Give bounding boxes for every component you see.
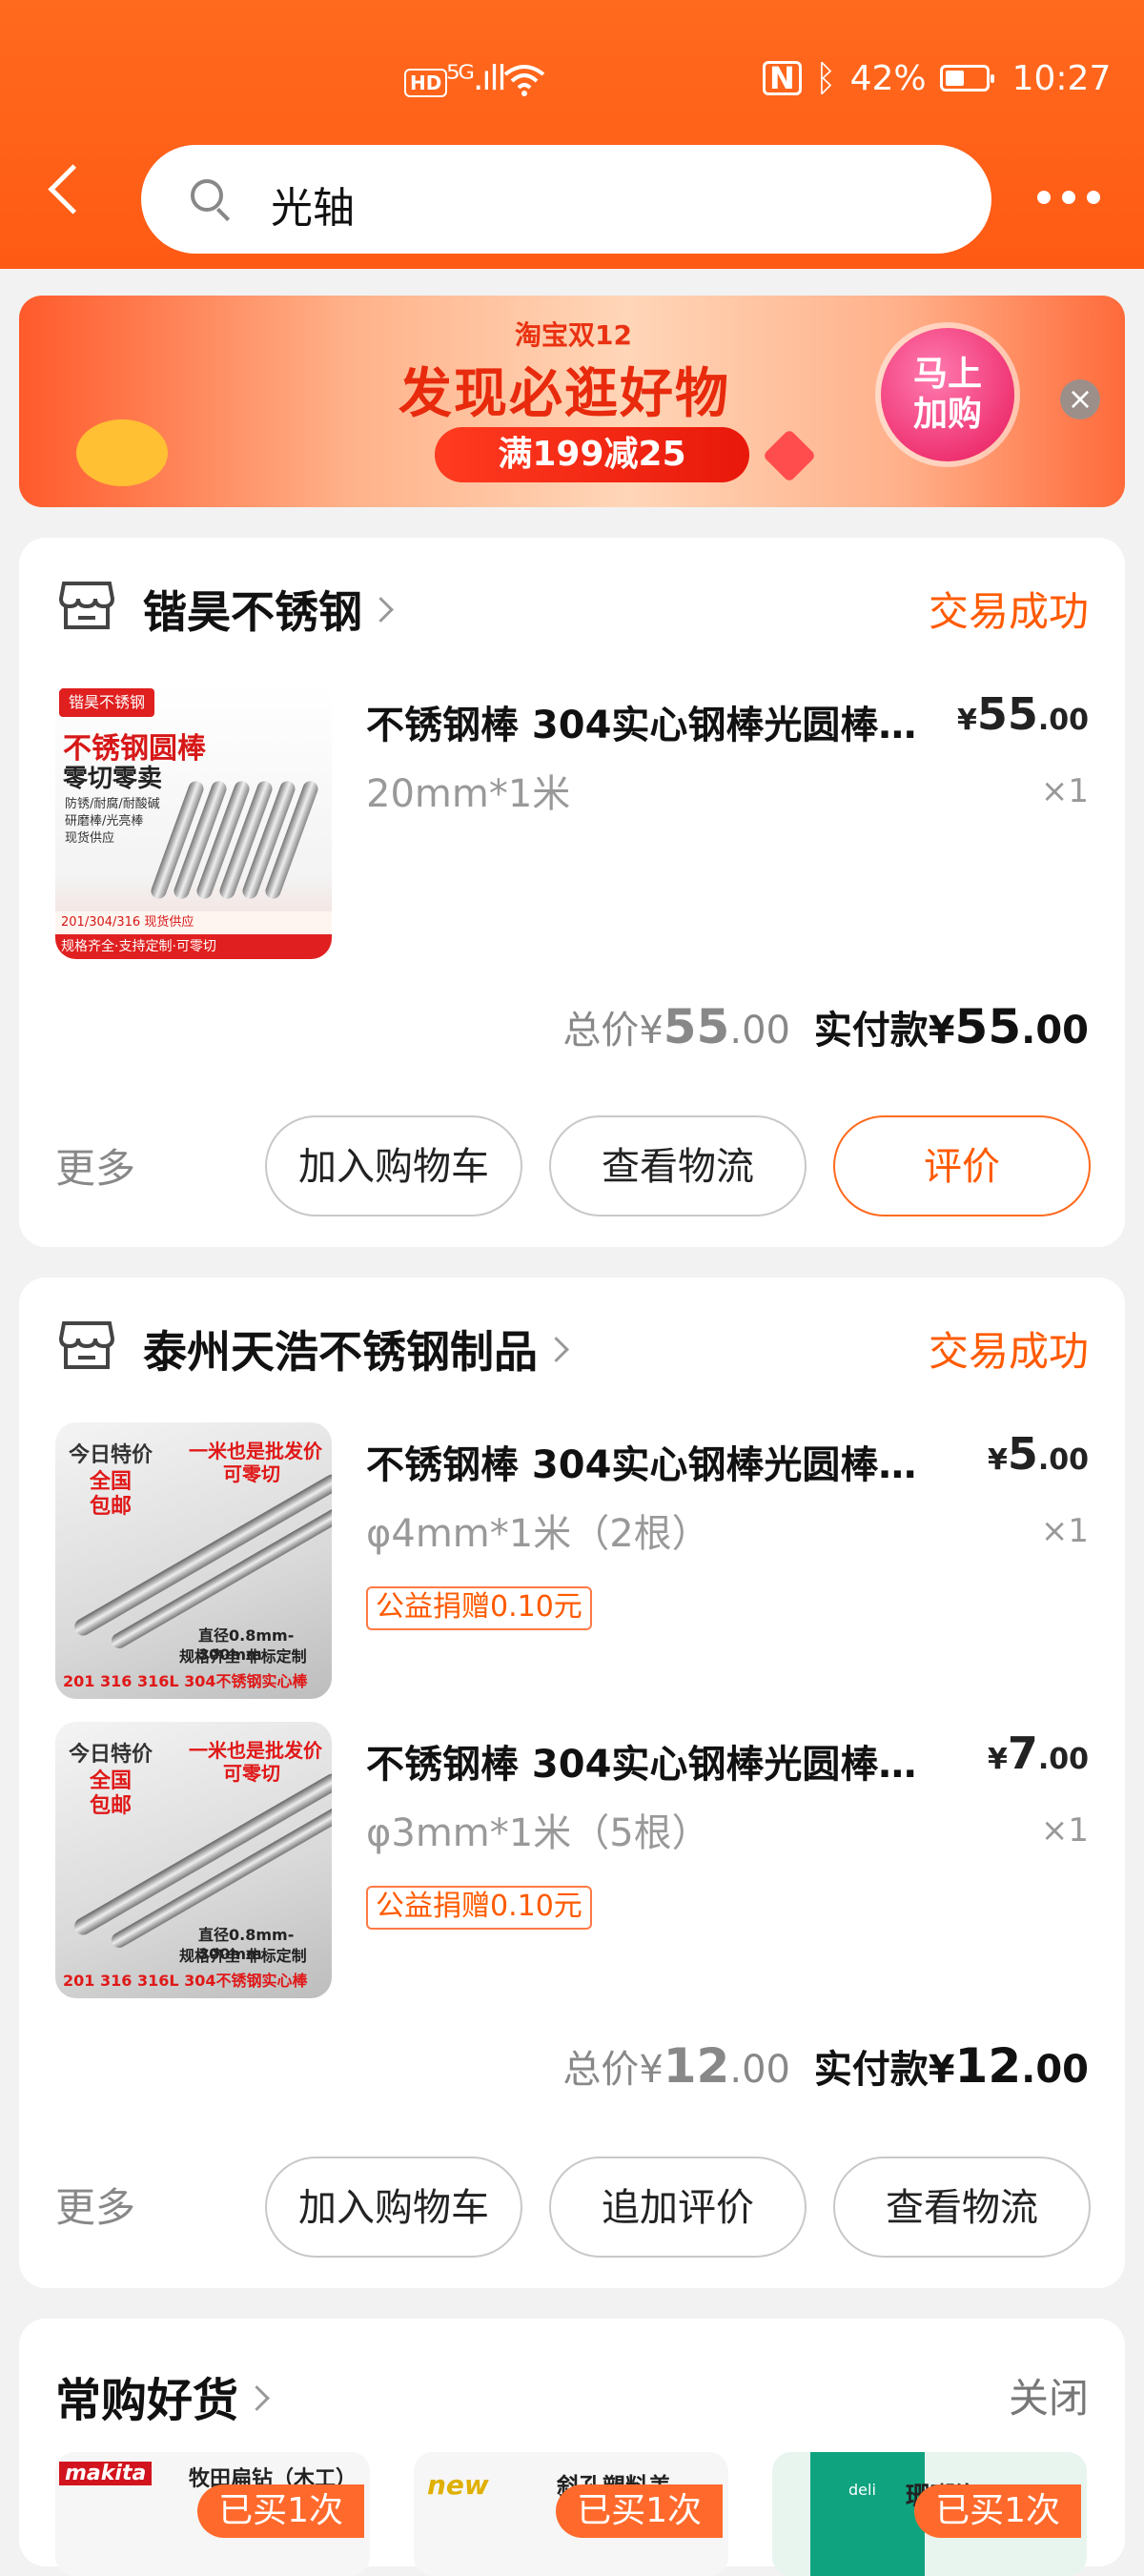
bought-once-badge: 已买1次: [914, 2484, 1081, 2538]
more-link[interactable]: 更多: [55, 2176, 135, 2234]
wifi-icon: [503, 65, 545, 96]
clock: 10:27: [1011, 58, 1112, 98]
add-to-cart-button[interactable]: 加入购物车: [265, 1115, 522, 1216]
nfc-icon: N: [763, 61, 802, 95]
order-status: 交易成功: [928, 1328, 1089, 1375]
product-price: ¥7.00: [987, 1728, 1089, 1779]
banner-coupon: 满199减25: [435, 427, 749, 482]
charity-tag: 公益捐赠0.10元: [366, 1586, 592, 1630]
back-icon[interactable]: [48, 164, 98, 215]
order-totals: 总价¥55.00 实付款¥55.00: [562, 999, 1089, 1054]
more-menu-icon[interactable]: [1037, 191, 1100, 204]
shop-icon: [59, 582, 114, 629]
product-title[interactable]: 不锈钢棒 304实心钢棒光圆棒研磨棒: [366, 1733, 948, 1789]
product-qty: ×1: [1040, 1811, 1089, 1850]
order-card: 锴昊不锈钢 交易成功 锴昊不锈钢 不锈钢圆棒 零切零卖 防锈/耐腐/耐酸碱 研磨…: [19, 538, 1125, 1247]
search-query: 光轴: [271, 184, 355, 233]
chevron-right-icon: [543, 1337, 569, 1362]
chevron-right-icon: [244, 2384, 270, 2411]
order-card: 泰州天浩不锈钢制品 交易成功 今日特价 一米也是批发价 可零切 全国 包邮 直径…: [19, 1278, 1125, 2288]
status-right: N ᛒ 42% 10:27: [763, 57, 1111, 99]
shop-icon: [59, 1321, 114, 1369]
product-qty: ×1: [1040, 772, 1089, 810]
banner-subtitle: 淘宝双12: [515, 319, 632, 351]
bluetooth-icon: ᛒ: [814, 57, 837, 99]
search-icon: [191, 179, 223, 212]
signal-icon: ⁵ᴳ.ıll: [446, 59, 506, 98]
review-button[interactable]: 评价: [833, 1115, 1091, 1216]
add-cart-cta[interactable]: 马上 加购: [881, 328, 1014, 461]
view-logistics-button[interactable]: 查看物流: [833, 2157, 1091, 2258]
recommend-item[interactable]: makita 牧田扁钻（木工） 已买1次: [55, 2452, 370, 2576]
hd-indicator: HD: [404, 69, 448, 97]
add-to-cart-button[interactable]: 加入购物车: [265, 2157, 522, 2258]
product-thumbnail[interactable]: 今日特价 一米也是批发价 可零切 全国 包邮 直径0.8mm-300mm 规格齐…: [55, 1422, 332, 1699]
shop-name[interactable]: 泰州天浩不锈钢制品: [143, 1318, 569, 1380]
view-logistics-button[interactable]: 查看物流: [549, 1115, 807, 1216]
product-thumbnail[interactable]: 锴昊不锈钢 不锈钢圆棒 零切零卖 防锈/耐腐/耐酸碱 研磨棒/光亮棒 现货供应 …: [55, 683, 332, 959]
status-bar: HD ⁵ᴳ.ıll N ᛒ 42% 10:27: [0, 55, 1144, 112]
banner-title: 发现必逛好物: [398, 363, 730, 425]
product-price: ¥5.00: [987, 1428, 1089, 1480]
append-review-button[interactable]: 追加评价: [549, 2157, 807, 2258]
order-status: 交易成功: [928, 588, 1089, 635]
promo-banner[interactable]: 淘宝双12 发现必逛好物 满199减25 马上 加购 ×: [19, 296, 1125, 507]
battery-icon: [939, 65, 994, 92]
header: HD ⁵ᴳ.ıll N ᛒ 42% 10:27 光轴: [0, 0, 1144, 269]
recommend-item[interactable]: deli 珊瑚海 已买1次: [772, 2452, 1087, 2576]
product-title[interactable]: 不锈钢棒 304实心钢棒光圆棒研磨棒: [366, 1434, 948, 1489]
section-title[interactable]: 常购好货: [55, 2362, 270, 2429]
steel-rods-image: [149, 778, 322, 911]
charity-tag: 公益捐赠0.10元: [366, 1886, 592, 1930]
product-box-image: [810, 2452, 925, 2576]
more-link[interactable]: 更多: [55, 1136, 135, 1195]
search-input[interactable]: 光轴: [141, 145, 991, 254]
close-icon[interactable]: ×: [1060, 379, 1100, 419]
product-thumbnail[interactable]: 今日特价 一米也是批发价 可零切 全国 包邮 直径0.8mm-300mm 规格齐…: [55, 1722, 332, 1998]
product-title[interactable]: 不锈钢棒 304实心钢棒光圆棒研磨棒: [366, 694, 948, 749]
product-spec: 20mm*1米: [366, 772, 571, 816]
close-button[interactable]: 关闭: [1009, 2366, 1089, 2424]
product-spec: φ3mm*1米（5根）: [366, 1811, 710, 1855]
frequent-buys-section: 常购好货 关闭 makita 牧田扁钻（木工） 已买1次 new 斜孔塑料盖 已…: [19, 2319, 1125, 2576]
heart-icon: [762, 428, 817, 483]
product-spec: φ4mm*1米（2根）: [366, 1512, 710, 1556]
mascot-image: [76, 419, 168, 486]
battery-percent: 42%: [849, 58, 927, 98]
bought-once-badge: 已买1次: [556, 2484, 723, 2538]
product-qty: ×1: [1040, 1512, 1089, 1550]
bought-once-badge: 已买1次: [197, 2484, 364, 2538]
product-price: ¥55.00: [956, 688, 1089, 740]
order-totals: 总价¥12.00 实付款¥12.00: [562, 2038, 1089, 2094]
chevron-right-icon: [368, 597, 394, 623]
recommend-item[interactable]: new 斜孔塑料盖 已买1次: [414, 2452, 728, 2576]
shop-name[interactable]: 锴昊不锈钢: [143, 578, 394, 641]
